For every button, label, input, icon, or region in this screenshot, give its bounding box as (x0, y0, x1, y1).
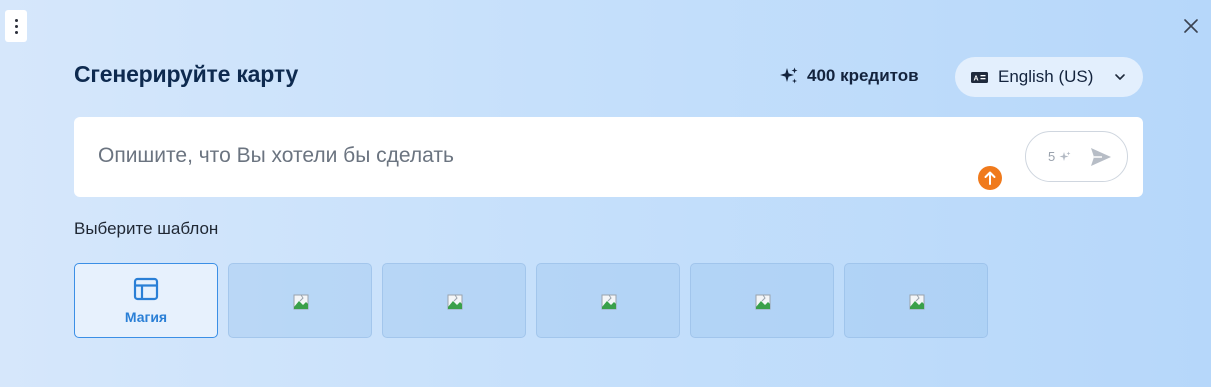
template-magic[interactable]: Магия (74, 263, 218, 338)
template-option-2[interactable] (228, 263, 372, 338)
vertical-dots-icon (14, 18, 18, 22)
broken-image-icon (447, 294, 463, 310)
template-option-3[interactable] (382, 263, 526, 338)
broken-image-icon (601, 294, 617, 310)
credits-label: 400 кредитов (807, 66, 919, 85)
template-option-6[interactable] (844, 263, 988, 338)
broken-image-icon (755, 294, 771, 310)
close-button[interactable] (1181, 16, 1201, 36)
template-section-label: Выберите шаблон (74, 219, 219, 238)
template-option-5[interactable] (690, 263, 834, 338)
more-menu-button[interactable] (5, 10, 27, 42)
broken-image-icon (293, 294, 309, 310)
language-selector[interactable]: A English (US) (955, 57, 1143, 97)
upload-button[interactable] (978, 166, 1002, 190)
generate-button[interactable]: 5 (1025, 131, 1128, 182)
send-icon (1091, 148, 1111, 166)
credits-indicator: 400 кредитов (779, 64, 919, 88)
prompt-box: 5 (74, 117, 1143, 197)
chevron-down-icon (1115, 74, 1125, 80)
arrow-up-icon (984, 171, 996, 185)
close-icon (1184, 19, 1198, 33)
broken-image-icon (909, 294, 925, 310)
layout-icon (133, 277, 159, 300)
svg-text:A: A (974, 75, 979, 82)
prompt-input[interactable] (98, 141, 998, 171)
language-icon: A (971, 71, 988, 83)
template-label: Магия (124, 308, 168, 325)
sparkle-icon (780, 67, 798, 84)
sparkle-small-icon (1059, 151, 1071, 161)
language-label: English (US) (998, 67, 1094, 86)
generate-cost: 5 (1048, 149, 1056, 164)
page-title: Сгенерируйте карту (74, 61, 299, 87)
template-option-4[interactable] (536, 263, 680, 338)
